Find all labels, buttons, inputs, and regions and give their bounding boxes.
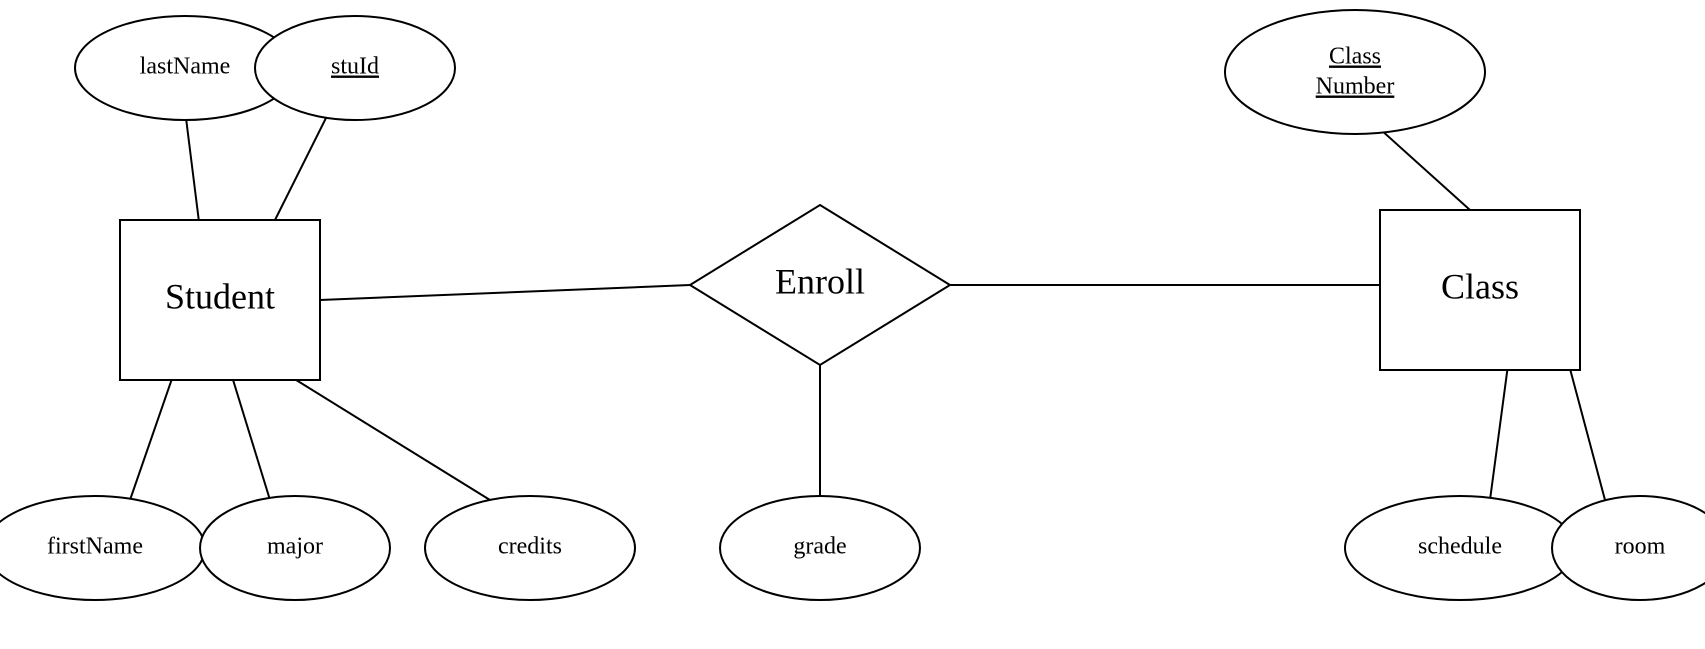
firstName-label: firstName [47, 534, 143, 560]
lastName-label: lastName [140, 54, 231, 80]
line-lastName-student [185, 110, 200, 230]
classNumber-line2: Number [1316, 74, 1395, 100]
major-label: major [267, 534, 323, 560]
line-stuId-student [270, 110, 330, 230]
line-room-class [1565, 350, 1605, 500]
class-label: Class [1441, 266, 1519, 306]
line-credits-student [280, 370, 490, 500]
classNumber-line1: Class [1329, 44, 1381, 70]
stuId-label: stuId [331, 54, 379, 80]
line-student-enroll [320, 285, 690, 300]
line-major-student [230, 370, 270, 500]
credits-label: credits [498, 534, 562, 560]
schedule-label: schedule [1418, 534, 1502, 560]
room-label: room [1615, 534, 1666, 560]
classNumber-attribute [1225, 10, 1485, 134]
student-label: Student [165, 276, 275, 316]
diagram-container: Student Class Enroll lastName stuId firs… [0, 0, 1705, 649]
line-firstName-student [130, 370, 175, 500]
grade-label: grade [793, 534, 846, 560]
er-diagram: Student Class Enroll lastName stuId firs… [0, 0, 1705, 649]
enroll-label: Enroll [775, 261, 865, 301]
line-classNum-class [1370, 120, 1470, 210]
line-schedule-class [1490, 350, 1510, 500]
